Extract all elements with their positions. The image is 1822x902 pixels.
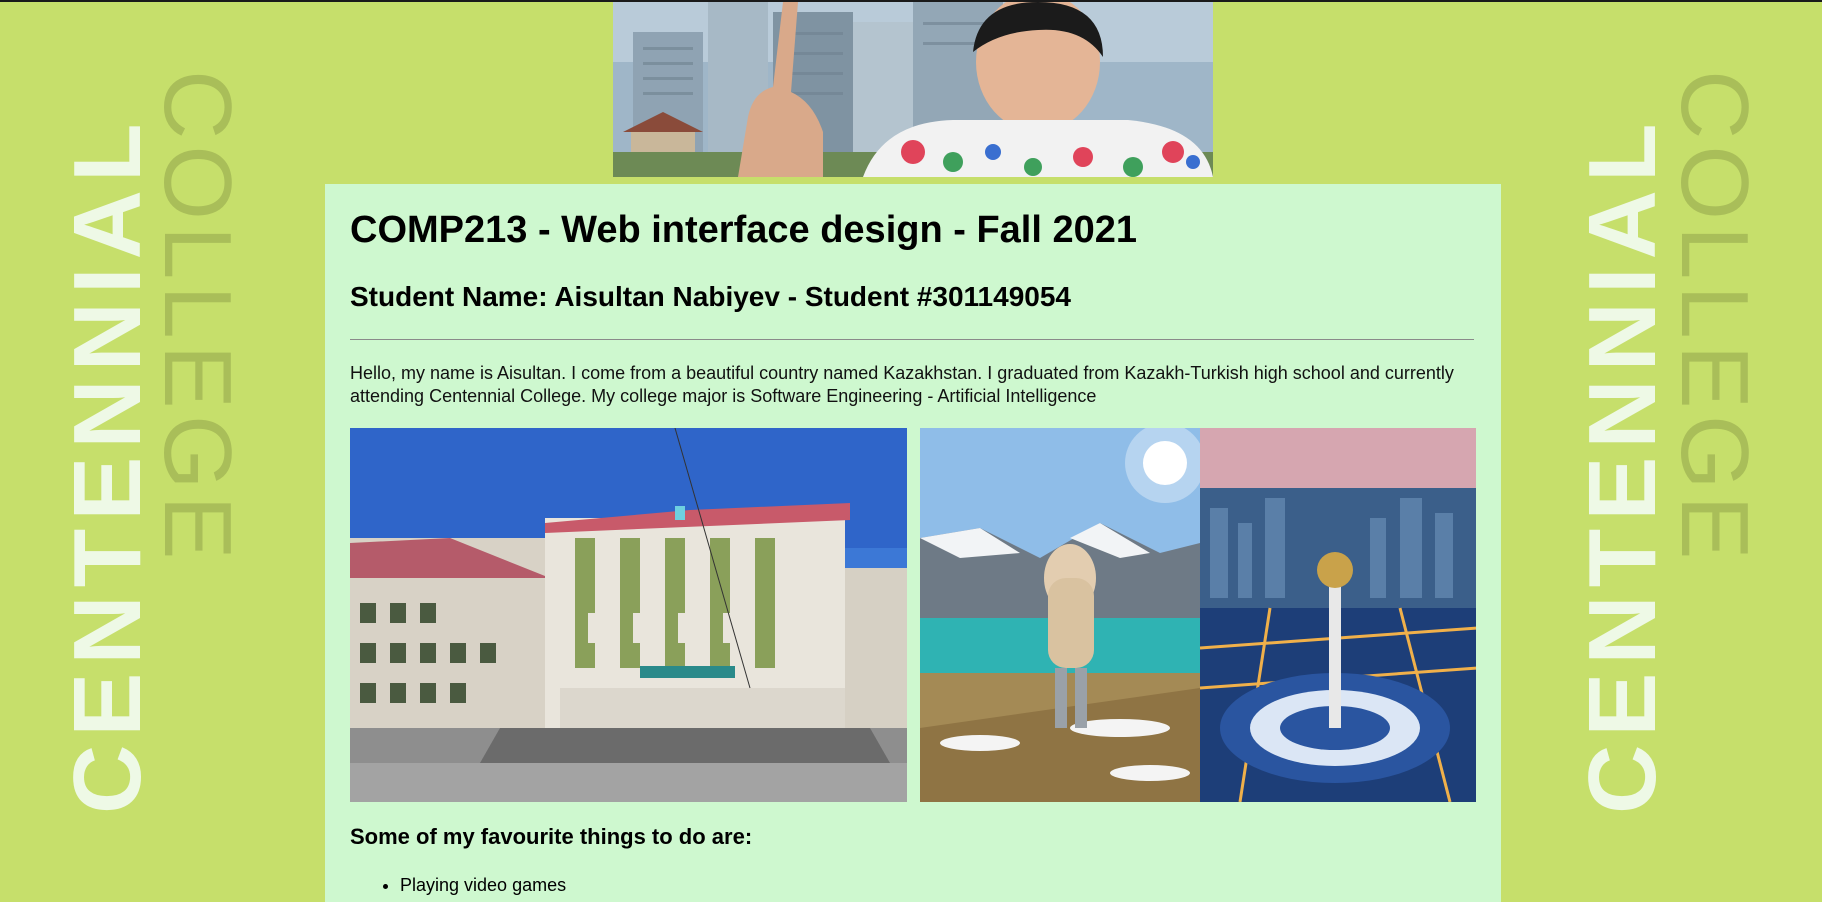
intro-paragraph: Hello, my name is Aisultan. I come from … (350, 363, 1454, 407)
main-content: COMP213 - Web interface design - Fall 20… (325, 184, 1501, 902)
left-side-banner: CENTENNIAL COLLEGE (0, 2, 325, 902)
college-decor-text: COLLEGE (1661, 70, 1768, 566)
favourites-heading: Some of my favourite things to do are: (350, 824, 753, 850)
centennial-decor-text: CENTENNIAL (54, 115, 161, 814)
mountain-lake-and-city-photo (919, 428, 1476, 803)
college-decor-text: COLLEGE (144, 70, 251, 566)
photo-gallery (350, 428, 1476, 803)
favourites-list: Playing video games (350, 874, 1476, 896)
school-building-photo (350, 428, 907, 803)
student-info-heading: Student Name: Aisultan Nabiyev - Student… (350, 280, 1071, 312)
header-student-photo (613, 2, 1213, 177)
list-item: Playing video games (400, 874, 1476, 896)
divider (350, 339, 1474, 341)
page-title: COMP213 - Web interface design - Fall 20… (350, 209, 1137, 251)
right-side-banner: CENTENNIAL COLLEGE (1500, 2, 1822, 902)
centennial-decor-text: CENTENNIAL (1569, 115, 1676, 814)
page: CENTENNIAL COLLEGE CENTENNIAL COLLEGE CO… (0, 0, 1822, 902)
